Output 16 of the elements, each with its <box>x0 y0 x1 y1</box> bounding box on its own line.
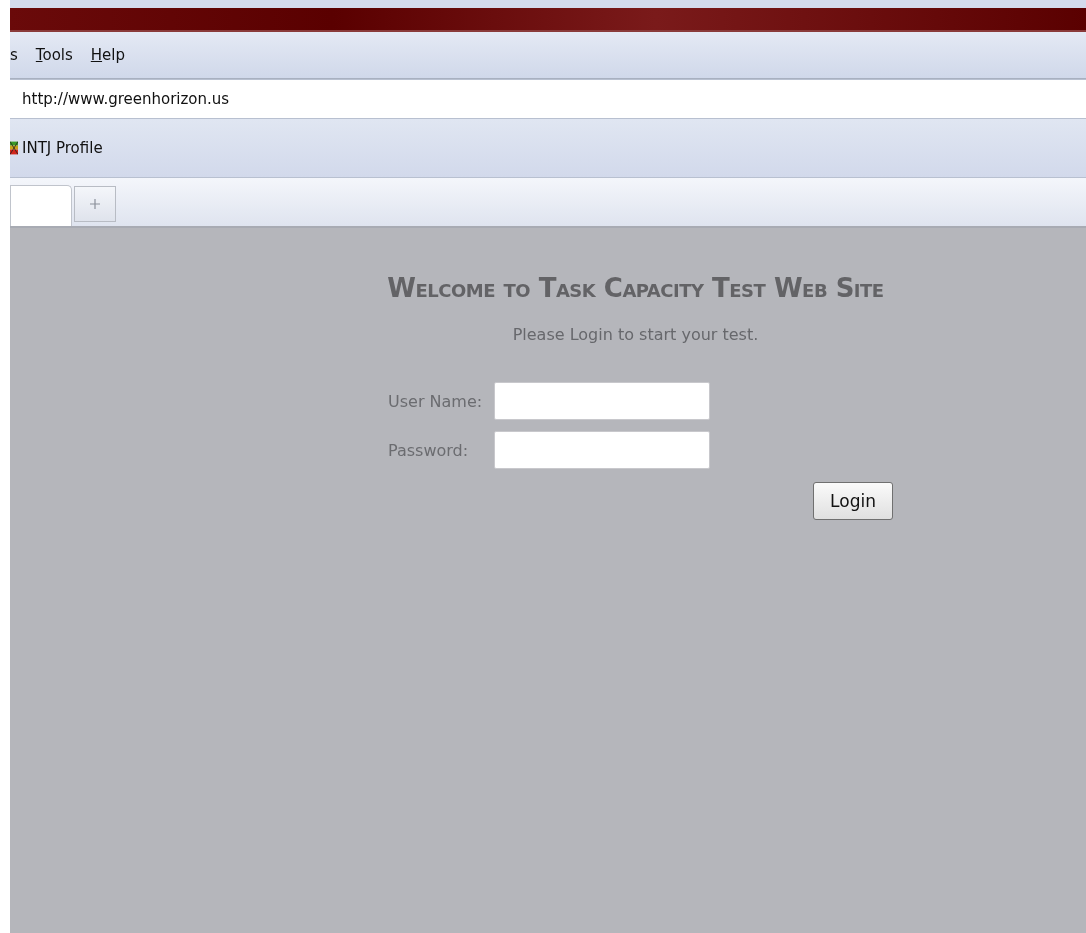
bookmark-link[interactable]: INTJ Profile <box>22 139 103 157</box>
grid-icon <box>10 140 18 156</box>
instruction-text: Please Login to start your test. <box>511 325 760 344</box>
address-field[interactable]: http://www.greenhorizon.us <box>10 79 1086 119</box>
input-field[interactable] <box>494 382 710 420</box>
new-tab-button[interactable] <box>74 186 116 222</box>
field-label: User Name: <box>388 391 484 411</box>
menu-item[interactable]: Tools <box>31 46 77 64</box>
field-label: Password: <box>388 440 470 460</box>
browser-tab[interactable] <box>10 185 72 226</box>
menu-item[interactable]: s <box>10 46 22 64</box>
input-field[interactable] <box>494 431 710 469</box>
menu-item[interactable]: Help <box>86 46 129 64</box>
page-heading: Welcome to Task Capacity Test Web Site <box>386 273 885 303</box>
login-button[interactable]: Login <box>813 482 893 520</box>
plus-icon <box>90 199 100 209</box>
